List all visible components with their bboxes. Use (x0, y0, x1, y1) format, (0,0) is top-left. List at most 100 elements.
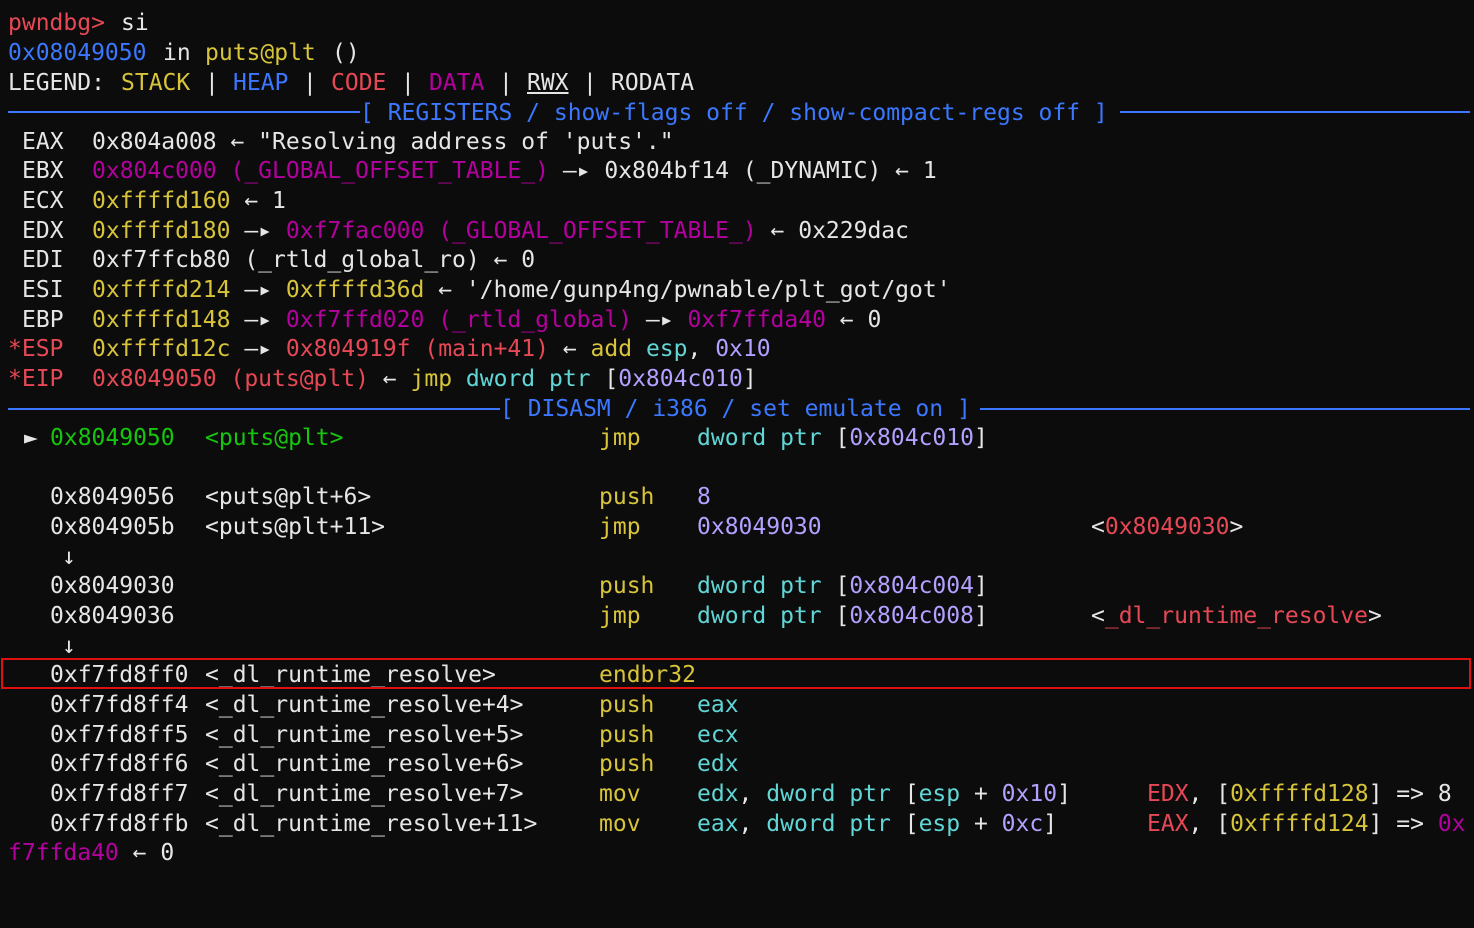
token: ] => 8 (1368, 781, 1452, 807)
legend-separator: | (583, 70, 597, 96)
token: edx (697, 751, 739, 777)
token: 0x8049030 (697, 514, 822, 540)
instruction-symbol: <puts@plt> (205, 425, 344, 451)
instruction-symbol: <puts@plt+6> (205, 484, 372, 510)
disasm-header: [ DISASM / i386 / set emulate on ] (0, 394, 971, 424)
entered-command: si (121, 10, 149, 36)
token: 0xffffd12c (92, 336, 231, 362)
token: esp (645, 336, 688, 362)
token: dword ptr (465, 366, 591, 392)
token: add (590, 336, 633, 362)
token: 0xffffd214 (92, 277, 231, 303)
token: jmp (410, 366, 453, 392)
token: 0xffffd148 (92, 307, 231, 333)
token: 0xf7ffd020 (_rtld_global) (285, 307, 633, 333)
register-name: EBX (22, 158, 64, 184)
token: ] (973, 573, 988, 599)
token: , (738, 811, 767, 837)
instruction-address: 0xf7fd8ffb (50, 811, 189, 837)
token: > (1229, 514, 1244, 540)
register-name: EDI (22, 247, 64, 273)
register-name: EAX (22, 129, 64, 155)
token: ← 0 (825, 307, 882, 333)
token: 0x804c010 (849, 425, 974, 451)
token: 0xf7ffcb80 (_rtld_global_ro) ← 0 (92, 247, 536, 273)
token: dword ptr (766, 781, 891, 807)
instruction-mnemonic: push (599, 722, 655, 748)
instruction-symbol: <_dl_runtime_resolve+6> (205, 751, 524, 777)
legend-line: LEGEND: STACK | HEAP | CODE | DATA | RWX… (0, 68, 694, 98)
terminal-window[interactable]: pwndbg> si 0x08049050 in puts@plt () LEG… (0, 0, 1474, 867)
token: 8 (697, 484, 711, 510)
legend-separator: | (499, 70, 513, 96)
instruction-symbol: <_dl_runtime_resolve+11> (205, 811, 538, 837)
token: , (738, 781, 767, 807)
legend-separator: | (401, 70, 415, 96)
token: esp (918, 811, 961, 837)
legend-separator: | (303, 70, 317, 96)
token: 0x804c008 (849, 603, 974, 629)
instruction-mnemonic: jmp (599, 425, 641, 451)
token: dword ptr (697, 573, 822, 599)
token: —▸ (230, 277, 286, 303)
token: , (687, 336, 716, 362)
register-value: 0xffffd180 —▸ 0xf7fac000 (_GLOBAL_OFFSET… (92, 216, 909, 246)
instruction-address: 0x8049030 (50, 573, 175, 599)
token: —▸ 0x804bf14 (_DYNAMIC) ← 1 (548, 158, 937, 184)
token: edx (697, 781, 739, 807)
token: 0x8049030 (1104, 514, 1230, 540)
register-value: 0xffffd12c —▸ 0x804919f (main+41) ← add … (92, 334, 771, 364)
token: 0xffffd36d (285, 277, 425, 303)
token: ← (368, 366, 411, 392)
legend-heap: HEAP (233, 70, 289, 96)
token: ] => (1368, 811, 1438, 837)
token: ← 1 (230, 188, 286, 214)
register-name: EBP (22, 307, 64, 333)
legend-separator: | (205, 70, 219, 96)
token: EDX (1147, 781, 1189, 807)
token: [ (821, 573, 850, 599)
register-value: 0x8049050 (puts@plt) ← jmp dword ptr [0x… (92, 364, 757, 394)
instruction-operands: dword ptr [0x804c004] (697, 571, 988, 601)
arrow-down-icon: ↓ (62, 544, 76, 570)
register-value: 0xffffd214 —▸ 0xffffd36d ← '/home/gunp4n… (92, 275, 951, 305)
token: —▸ (632, 307, 688, 333)
register-value: 0x804a008 ← "Resolving address of 'puts'… (92, 127, 674, 157)
section-divider (8, 408, 500, 410)
token: —▸ (230, 336, 286, 362)
instruction-address: 0x804905b (50, 514, 175, 540)
instruction-symbol: <_dl_runtime_resolve+7> (205, 781, 524, 807)
register-value: 0xffffd160 ← 1 (92, 186, 286, 216)
token: 0x10 (1001, 781, 1058, 807)
token: < (1091, 603, 1105, 629)
token: ] (742, 366, 757, 392)
token: , [ (1188, 781, 1231, 807)
token: ] (1057, 781, 1071, 807)
instruction-mnemonic: push (599, 692, 655, 718)
token: —▸ (230, 218, 286, 244)
token: < (1091, 514, 1105, 540)
token: 0xffffd124 (1230, 811, 1369, 837)
legend-data: DATA (429, 70, 485, 96)
token: ecx (697, 722, 739, 748)
instruction-address: 0x8049036 (50, 603, 175, 629)
token: 0x8049050 (puts@plt) (92, 366, 369, 392)
token: dword ptr (697, 603, 822, 629)
token: 0xffffd160 (92, 188, 231, 214)
instruction-symbol: <_dl_runtime_resolve+4> (205, 692, 524, 718)
token: dword ptr (766, 811, 891, 837)
token: ] (973, 603, 988, 629)
instruction-operands: dword ptr [0x804c008] (697, 601, 988, 631)
token: 0x10 (715, 336, 771, 362)
token: 0xf7fac000 (_GLOBAL_OFFSET_TABLE_) (285, 218, 757, 244)
instruction-annotation: EDX, [0xffffd128] => 8 (1147, 779, 1452, 809)
instruction-address: 0xf7fd8ff4 (50, 692, 189, 718)
token: 0x804c004 (849, 573, 974, 599)
instruction-address: 0xf7fd8ff5 (50, 722, 189, 748)
register-name: *EIP (8, 366, 64, 392)
current-instruction-marker: ► (24, 425, 38, 451)
register-name: ESI (22, 277, 64, 303)
token: 0x804a008 ← "Resolving address of 'puts'… (92, 129, 674, 155)
